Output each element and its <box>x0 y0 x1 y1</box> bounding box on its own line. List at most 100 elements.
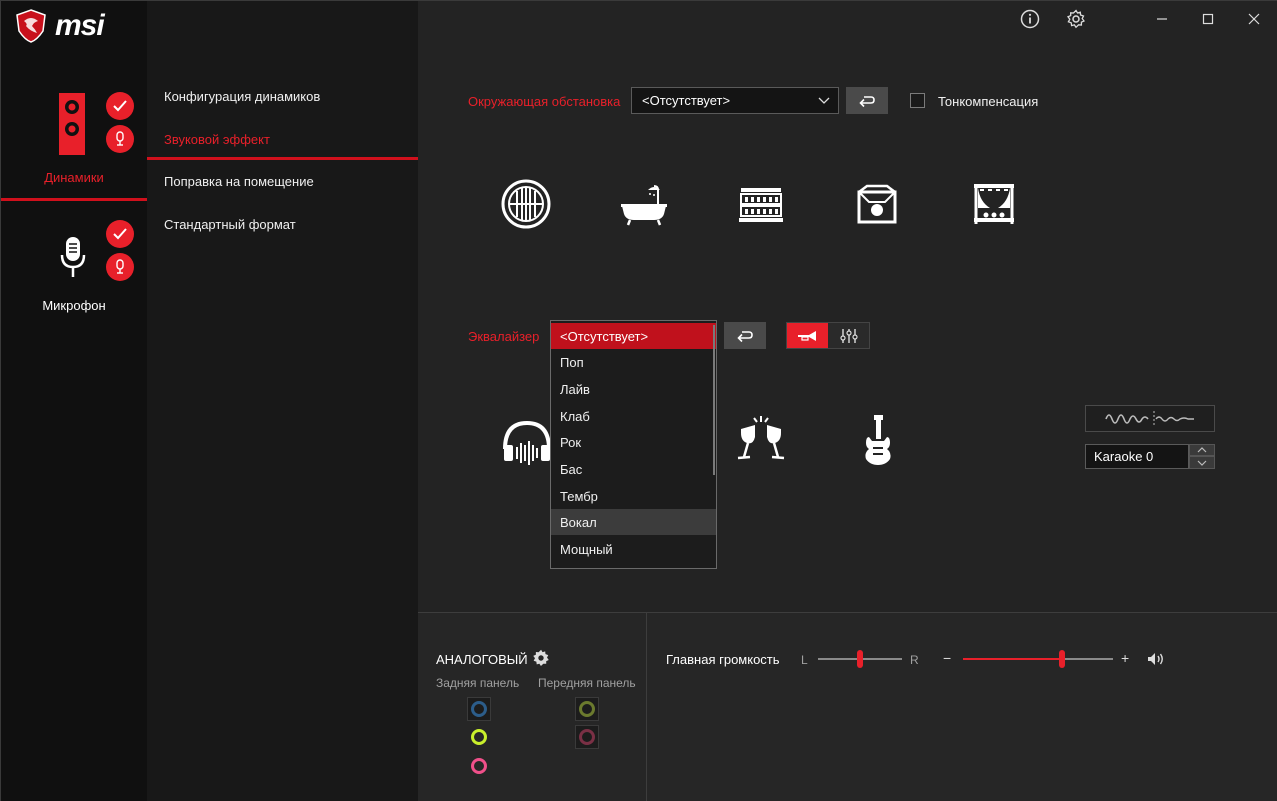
eq-option-powerful[interactable]: Мощный <box>551 536 716 562</box>
gear-icon <box>1066 9 1086 29</box>
minimize-button[interactable] <box>1150 7 1174 31</box>
menu-item-room-correction[interactable]: Поправка на помещение <box>164 174 314 189</box>
microphone-label: Микрофон <box>42 298 106 313</box>
analog-title: АНАЛОГОВЫЙ <box>436 652 528 667</box>
loudness-checkbox[interactable] <box>910 93 925 108</box>
eq-option-none[interactable]: <Отсутствует> <box>551 323 716 349</box>
mic-small-icon <box>116 259 124 274</box>
front-jack-mic[interactable] <box>575 725 599 749</box>
default-device-badge <box>106 253 134 281</box>
volume-slider-thumb[interactable] <box>1059 650 1065 668</box>
eq-option-bass[interactable]: Бас <box>551 456 716 482</box>
jack-ring-icon <box>579 729 595 745</box>
menu-item-sound-effect[interactable]: Звуковой эффект <box>164 132 270 147</box>
colosseum-icon <box>739 188 783 222</box>
eq-option-rock[interactable]: Рок <box>551 429 716 455</box>
balance-slider-thumb[interactable] <box>857 650 863 668</box>
info-icon <box>1020 9 1040 29</box>
microphone-icon <box>60 237 86 277</box>
custom-eq-mode-button[interactable] <box>828 323 869 348</box>
stage-room-icon <box>857 184 897 224</box>
speaker-icon <box>59 93 85 155</box>
connected-check-badge <box>106 220 134 248</box>
eq-option-rock[interactable] <box>850 413 906 469</box>
karaoke-level-field[interactable]: Karaoke 0 <box>1085 444 1189 469</box>
eq-option-pop[interactable]: Поп <box>551 349 716 375</box>
volume-panel: Главная громкость L R − + <box>647 612 1277 801</box>
env-option-room[interactable] <box>849 176 905 232</box>
default-device-badge <box>106 125 134 153</box>
karaoke-increment-button[interactable] <box>1189 444 1215 456</box>
jack-ring-icon <box>579 701 595 717</box>
chevron-down-icon <box>818 97 830 104</box>
settings-button[interactable] <box>1064 7 1088 31</box>
theater-icon <box>974 184 1014 224</box>
env-option-theater[interactable] <box>966 176 1022 232</box>
device-sidebar: msi Динамики Микрофон <box>1 1 147 801</box>
check-icon <box>113 100 127 112</box>
close-button[interactable] <box>1242 7 1266 31</box>
env-option-sphere[interactable] <box>498 176 554 232</box>
minimize-icon <box>1157 18 1167 20</box>
bathtub-icon <box>621 185 667 226</box>
headphones-icon <box>503 420 551 465</box>
device-speakers[interactable]: Динамики <box>1 1 147 201</box>
chevron-down-icon <box>1197 460 1207 466</box>
env-option-bathroom[interactable] <box>616 176 672 232</box>
environment-select[interactable]: <Отсутствует> <box>631 87 839 114</box>
close-icon <box>1248 13 1260 25</box>
cheers-icon <box>737 416 785 460</box>
eq-option-live[interactable]: Лайв <box>551 376 716 402</box>
environment-reset-button[interactable] <box>846 87 888 114</box>
speaker-volume-icon[interactable] <box>1147 652 1165 666</box>
gear-icon[interactable] <box>532 649 550 667</box>
rear-jack-line-out[interactable] <box>471 729 487 745</box>
karaoke-decrement-button[interactable] <box>1189 456 1215 469</box>
volume-increase-button[interactable]: + <box>1121 650 1129 666</box>
environment-select-value: <Отсутствует> <box>642 93 731 108</box>
menu-item-speaker-config[interactable]: Конфигурация динамиков <box>164 89 320 104</box>
undo-icon <box>859 95 875 107</box>
volume-decrease-button[interactable]: − <box>943 650 951 666</box>
loudness-label: Тонкомпенсация <box>938 94 1039 109</box>
balance-left-label: L <box>801 653 808 667</box>
environment-label: Окружающая обстановка <box>468 94 621 109</box>
settings-menu: Конфигурация динамиков Звуковой эффект П… <box>147 1 418 801</box>
balance-right-label: R <box>910 653 919 667</box>
menu-item-default-format[interactable]: Стандартный формат <box>164 217 296 232</box>
env-option-arena[interactable] <box>733 176 789 232</box>
front-panel-label: Передняя панель <box>538 676 636 690</box>
equalizer-reset-button[interactable] <box>724 322 766 349</box>
preset-mode-button[interactable] <box>787 323 828 348</box>
rear-panel-label: Задняя панель <box>436 676 520 690</box>
front-jack-headphones[interactable] <box>575 697 599 721</box>
maximize-icon <box>1202 13 1214 25</box>
jack-ring-icon <box>471 701 487 717</box>
rear-jack-line-in[interactable] <box>467 697 491 721</box>
karaoke-toggle[interactable] <box>1085 405 1215 432</box>
connected-check-badge <box>106 92 134 120</box>
mic-small-icon <box>116 131 124 146</box>
equalizer-sliders-icon <box>839 328 858 343</box>
dropdown-scrollbar[interactable] <box>713 325 715 475</box>
guitar-icon <box>865 415 891 465</box>
eq-option-club[interactable]: Клаб <box>551 403 716 429</box>
rear-jack-mic[interactable] <box>471 758 487 774</box>
voice-wave-icon <box>1105 410 1194 427</box>
eq-option-vocal[interactable]: Вокал <box>551 509 716 535</box>
sphere-icon <box>501 179 551 229</box>
maximize-button[interactable] <box>1196 7 1220 31</box>
eq-option-headphones[interactable] <box>499 413 555 469</box>
equalizer-mode-toggle <box>786 322 870 349</box>
volume-slider-fill <box>963 658 1062 660</box>
info-button[interactable] <box>1018 7 1042 31</box>
eq-option-timbre[interactable]: Тембр <box>551 483 716 509</box>
trumpet-icon <box>797 330 816 341</box>
active-device-indicator <box>1 198 147 201</box>
equalizer-dropdown[interactable]: <Отсутствует> Поп Лайв Клаб Рок Бас Темб… <box>550 320 717 569</box>
chevron-up-icon <box>1197 447 1207 453</box>
undo-icon <box>737 330 753 342</box>
msi-audio-app: msi Динамики Микрофон Конфигурация динам… <box>0 0 1277 801</box>
eq-option-party[interactable] <box>733 411 789 467</box>
equalizer-label: Эквалайзер <box>468 329 540 344</box>
